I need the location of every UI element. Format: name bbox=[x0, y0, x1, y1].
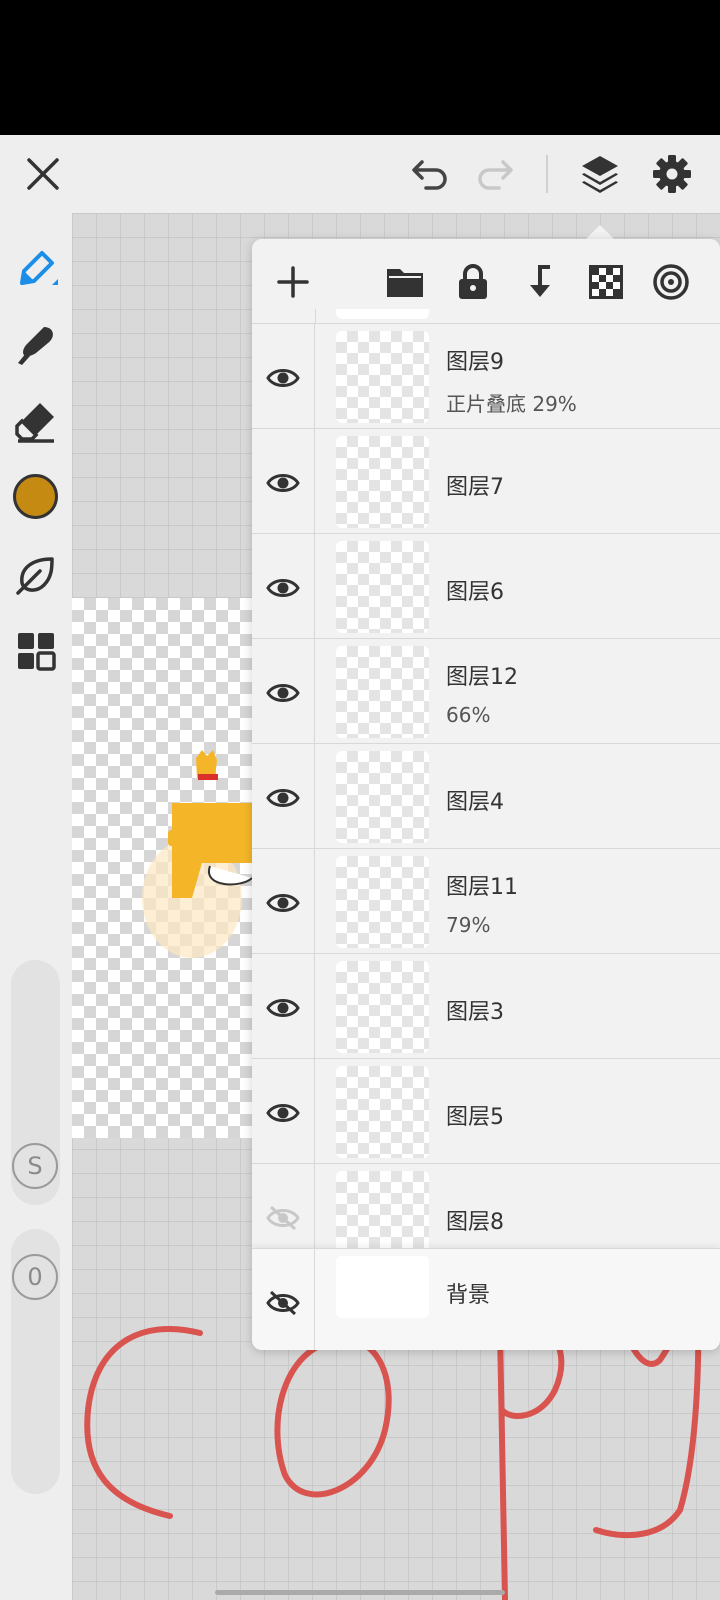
home-indicator bbox=[215, 1590, 505, 1595]
layer-panel: 图层9 正片叠底 29% 图层7 图层6 图层12 66% 图层4 图层11 79% 图层3 图层5… bbox=[252, 239, 720, 1350]
layer-blend-info: 66% bbox=[446, 703, 491, 727]
layer-thumbnail bbox=[336, 541, 429, 633]
layer-row[interactable]: 图层6 bbox=[252, 533, 720, 641]
layer-name: 背景 bbox=[446, 1283, 491, 1308]
visibility-toggle[interactable] bbox=[252, 324, 315, 431]
eye-icon bbox=[266, 683, 300, 702]
eye-icon bbox=[266, 998, 300, 1017]
merge-down-icon[interactable] bbox=[514, 257, 564, 307]
layer-row[interactable]: 图层11 79% bbox=[252, 848, 720, 956]
layer-thumbnail bbox=[336, 856, 429, 948]
layer-thumbnail bbox=[336, 751, 429, 843]
layer-thumbnail bbox=[336, 1256, 429, 1318]
layer-thumbnail bbox=[336, 436, 429, 528]
layer-name: 图层11 bbox=[446, 875, 518, 900]
visibility-toggle[interactable] bbox=[252, 954, 315, 1061]
visibility-toggle[interactable] bbox=[252, 639, 315, 746]
lock-icon[interactable] bbox=[448, 257, 498, 307]
layer-row[interactable]: 图层5 bbox=[252, 1058, 720, 1166]
layer-blend-info: 79% bbox=[446, 913, 491, 937]
layer-thumbnail bbox=[336, 646, 429, 738]
eye-hidden-icon bbox=[266, 1205, 300, 1230]
transparency-icon[interactable] bbox=[581, 257, 631, 307]
visibility-toggle[interactable] bbox=[252, 849, 315, 956]
eye-icon bbox=[266, 1103, 300, 1122]
eye-icon bbox=[266, 368, 300, 387]
layer-blend-info: 正片叠底 29% bbox=[446, 392, 577, 416]
layer-row[interactable]: 图层4 bbox=[252, 743, 720, 851]
layer-row-background[interactable]: 背景 bbox=[252, 1248, 720, 1350]
visibility-toggle[interactable] bbox=[252, 1059, 315, 1166]
layer-row-partial bbox=[252, 309, 720, 323]
visibility-toggle[interactable] bbox=[252, 744, 315, 851]
layer-thumbnail bbox=[336, 961, 429, 1053]
visibility-toggle[interactable] bbox=[252, 534, 315, 641]
eye-icon bbox=[266, 788, 300, 807]
layer-row[interactable]: 图层9 正片叠底 29% bbox=[252, 323, 720, 431]
layer-thumbnail bbox=[336, 331, 429, 423]
layer-name: 图层4 bbox=[446, 790, 504, 815]
eye-icon bbox=[266, 473, 300, 492]
layer-name: 图层8 bbox=[446, 1210, 504, 1235]
layer-name: 图层9 bbox=[446, 350, 504, 375]
layer-row[interactable]: 图层7 bbox=[252, 428, 720, 536]
layer-list: 图层9 正片叠底 29% 图层7 图层6 图层12 66% 图层4 图层11 79% 图层3 图层5… bbox=[252, 323, 720, 1350]
layer-thumbnail bbox=[336, 1066, 429, 1158]
layer-name: 图层5 bbox=[446, 1105, 504, 1130]
panel-pointer bbox=[585, 225, 615, 240]
eye-icon bbox=[266, 893, 300, 912]
add-icon[interactable] bbox=[268, 257, 318, 307]
eye-icon bbox=[266, 578, 300, 597]
target-icon[interactable] bbox=[646, 257, 696, 307]
layer-row[interactable]: 图层3 bbox=[252, 953, 720, 1061]
layer-row[interactable]: 图层12 66% bbox=[252, 638, 720, 746]
folder-icon[interactable] bbox=[380, 257, 430, 307]
eye-hidden-icon bbox=[266, 1290, 300, 1315]
layer-name: 图层7 bbox=[446, 475, 504, 500]
layer-name: 图层3 bbox=[446, 1000, 504, 1025]
layer-name: 图层6 bbox=[446, 580, 504, 605]
layer-name: 图层12 bbox=[446, 665, 518, 690]
visibility-toggle[interactable] bbox=[252, 429, 315, 536]
visibility-toggle[interactable] bbox=[252, 1249, 315, 1350]
